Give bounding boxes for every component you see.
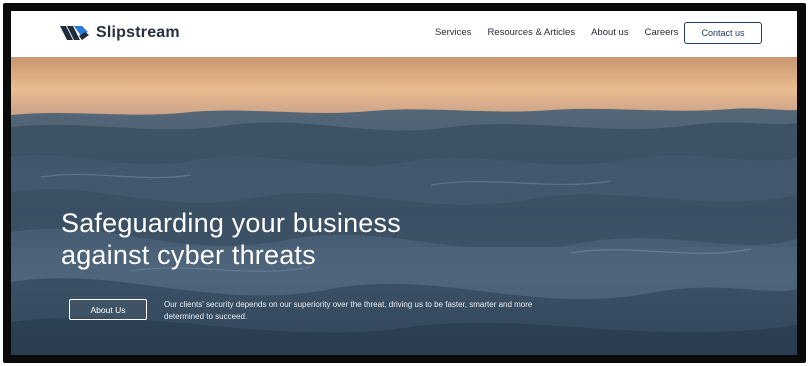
brand-logo[interactable]: Slipstream bbox=[60, 22, 180, 44]
browser-viewport: Slipstream Services Resources & Articles… bbox=[11, 11, 797, 355]
nav-link-careers[interactable]: Careers bbox=[645, 27, 679, 38]
main-navigation: Services Resources & Articles About us C… bbox=[435, 27, 678, 38]
contact-us-button[interactable]: Contact us bbox=[684, 22, 762, 44]
nav-link-services[interactable]: Services bbox=[435, 27, 471, 38]
top-navbar: Slipstream Services Resources & Articles… bbox=[11, 11, 797, 57]
hero-title: Safeguarding your business against cyber… bbox=[61, 207, 481, 271]
nav-link-about-us[interactable]: About us bbox=[591, 27, 629, 38]
nav-link-resources-articles[interactable]: Resources & Articles bbox=[487, 27, 575, 38]
screenshot-frame: Slipstream Services Resources & Articles… bbox=[3, 3, 806, 363]
hero-title-line-2: against cyber threats bbox=[61, 240, 316, 270]
hero-title-line-1: Safeguarding your business bbox=[61, 208, 401, 238]
brand-name: Slipstream bbox=[96, 24, 180, 41]
slipstream-logo-icon bbox=[60, 26, 89, 40]
hero-section: Safeguarding your business against cyber… bbox=[11, 57, 797, 355]
hero-description: Our clients' security depends on our sup… bbox=[164, 300, 533, 321]
about-us-button[interactable]: About Us bbox=[69, 299, 147, 320]
